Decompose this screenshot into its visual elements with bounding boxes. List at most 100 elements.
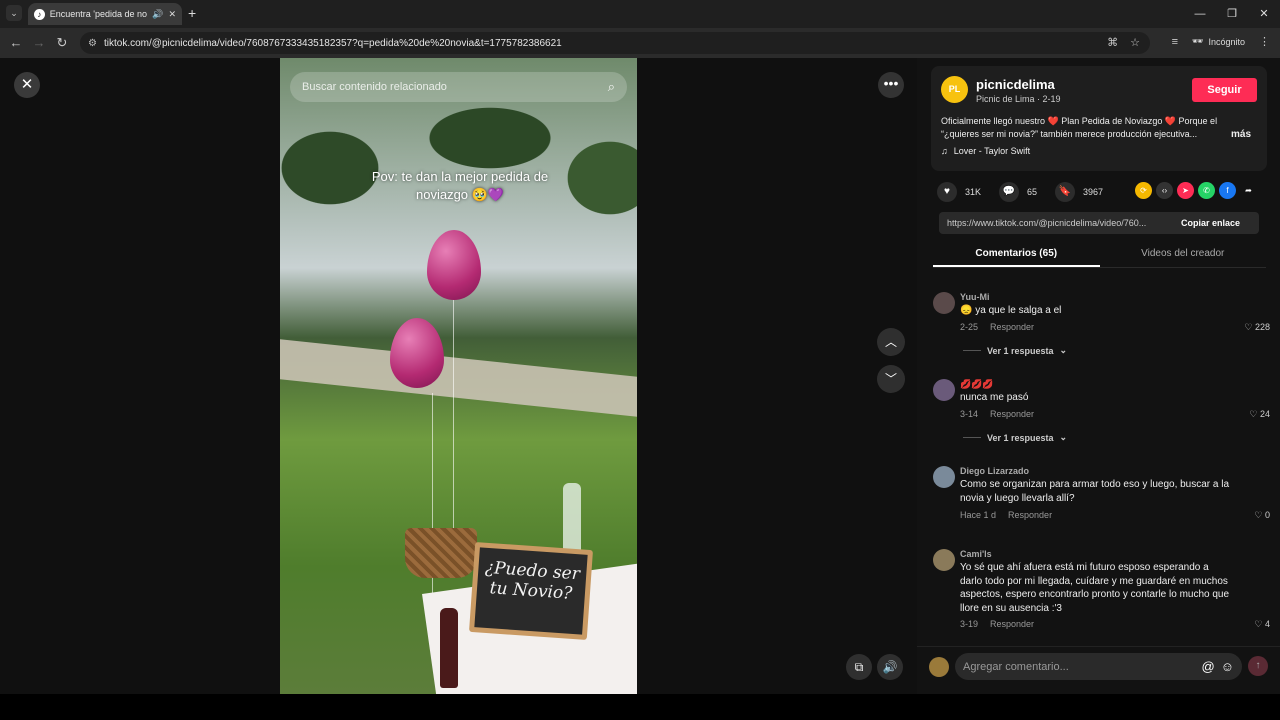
url-text[interactable]: tiktok.com/@picnicdelima/video/760876733… — [104, 38, 562, 49]
reply-link[interactable]: Responder — [1008, 510, 1052, 520]
video-search-bar[interactable]: Buscar contenido relacionado ⌕ — [290, 72, 627, 102]
engagement-stats: ♥ 31K 💬 65 🔖 3967 — [937, 182, 1113, 202]
heart-outline-icon[interactable]: ♡ — [1244, 322, 1252, 332]
reply-link[interactable]: Responder — [990, 322, 1034, 332]
forward-icon[interactable]: → — [31, 35, 47, 51]
comment-meta: 2-25 Responder — [960, 322, 1034, 332]
video-search-placeholder[interactable]: Buscar contenido relacionado — [302, 81, 447, 93]
glass-bottle — [563, 483, 581, 553]
reload-icon[interactable]: ↻ — [54, 35, 70, 51]
music-note-icon: ♫ — [941, 146, 948, 156]
comment-input-placeholder[interactable]: Agregar comentario... — [963, 661, 1069, 673]
video-path — [280, 339, 637, 417]
bookmark-icon[interactable]: 🔖 — [1055, 182, 1076, 202]
embed-code-icon[interactable]: ‹› — [1156, 182, 1173, 199]
author-subline: Picnic de Lima · 2-19 — [976, 94, 1061, 104]
copy-link-button[interactable]: Copiar enlace — [1175, 218, 1240, 228]
close-window-icon[interactable]: ✕ — [1248, 0, 1280, 28]
video-overlay-caption: Pov: te dan la mejor pedida de noviazgo … — [371, 169, 549, 202]
reply-link[interactable]: Responder — [990, 409, 1034, 419]
floating-player-icon[interactable]: ⧉ — [846, 654, 872, 680]
author-avatar[interactable]: PL — [941, 76, 968, 103]
tab-creator-videos[interactable]: Videos del creador — [1100, 244, 1267, 267]
minimize-icon[interactable]: — — [1184, 0, 1216, 28]
video-caption: Oficialmente llegó nuestro ❤️ Plan Pedid… — [941, 116, 1218, 139]
reply-link[interactable]: Responder — [990, 619, 1034, 629]
comment-text: 😞 ya que le salga a el — [960, 305, 1062, 316]
music-title[interactable]: Lover - Taylor Swift — [954, 146, 1030, 156]
like-heart-icon[interactable]: ♥ — [937, 182, 957, 202]
tab-comments[interactable]: Comentarios (65) — [933, 244, 1100, 267]
window-controls: — ❐ ✕ — [1184, 0, 1280, 28]
follow-button[interactable]: Seguir — [1192, 78, 1257, 102]
comment-meta: 3-19 Responder — [960, 619, 1034, 629]
media-control-icon[interactable]: ≡ — [1172, 36, 1178, 48]
close-viewer-icon[interactable]: ✕ — [14, 72, 40, 98]
repost-icon[interactable]: ⟳ — [1135, 182, 1152, 199]
commenter-name[interactable]: Cami'ls — [960, 549, 992, 559]
more-options-icon[interactable]: ••• — [878, 72, 904, 98]
view-replies-button[interactable]: Ver 1 respuesta ⌄ — [963, 432, 1067, 443]
commenter-name[interactable]: Yuu-Mi — [960, 292, 990, 302]
commenter-avatar[interactable] — [933, 549, 955, 571]
emoji-icon[interactable]: ☺ — [1221, 659, 1234, 674]
share-arrow-icon[interactable]: ➦ — [1240, 182, 1257, 199]
bookmark-star-icon[interactable]: ☆ — [1130, 36, 1140, 49]
facebook-icon[interactable]: f — [1219, 182, 1236, 199]
new-tab-icon[interactable]: + — [188, 5, 196, 21]
view-replies-button[interactable]: Ver 1 respuesta ⌄ — [963, 345, 1067, 356]
comment-bubble-icon[interactable]: 💬 — [999, 182, 1020, 202]
mention-icon[interactable]: @ — [1202, 659, 1215, 674]
previous-video-icon[interactable]: ︿ — [877, 328, 905, 356]
comment-date: Hace 1 d — [960, 510, 997, 520]
view-replies-label[interactable]: Ver 1 respuesta — [987, 346, 1054, 356]
author-username[interactable]: picnicdelima — [976, 77, 1055, 92]
share-buttons: ⟳ ‹› ➤ ✆ f ➦ — [1135, 182, 1257, 199]
comment-date: 3-19 — [960, 619, 979, 629]
heart-outline-icon[interactable]: ♡ — [1254, 619, 1262, 629]
tab-search-icon[interactable]: ⌄ — [6, 5, 22, 21]
whatsapp-icon[interactable]: ✆ — [1198, 182, 1215, 199]
browser-tab[interactable]: ♪ Encuentra 'pedida de novia' 🔊 ✕ — [28, 3, 182, 25]
heart-outline-icon[interactable]: ♡ — [1249, 409, 1257, 419]
translate-icon[interactable]: ⌘ — [1107, 36, 1118, 49]
comment-like[interactable]: ♡ 4 — [1254, 619, 1270, 630]
comment-like[interactable]: ♡ 0 — [1254, 510, 1270, 521]
chevron-down-icon: ⌄ — [1059, 432, 1068, 442]
music-link[interactable]: ♫ Lover - Taylor Swift — [941, 146, 1030, 156]
share-link-text[interactable]: https://www.tiktok.com/@picnicdelima/vid… — [939, 218, 1175, 228]
commenter-name[interactable]: 💋💋💋 — [960, 379, 994, 390]
comment-like-count: 4 — [1264, 619, 1270, 629]
send-arrow-icon[interactable]: ↑ — [1248, 656, 1268, 676]
comment-input[interactable]: Agregar comentario... @ ☺ — [955, 653, 1242, 680]
comment-composer: Agregar comentario... @ ☺ ↑ — [917, 646, 1280, 686]
back-icon[interactable]: ← — [8, 35, 24, 51]
restore-icon[interactable]: ❐ — [1216, 0, 1248, 28]
current-user-avatar — [929, 657, 949, 677]
search-icon[interactable]: ⌕ — [608, 79, 615, 95]
commenter-name[interactable]: Diego Lizarzado — [960, 466, 1029, 476]
commenter-avatar[interactable] — [933, 292, 955, 314]
more-caption-link[interactable]: más — [1231, 129, 1251, 140]
comment-like[interactable]: ♡ 24 — [1249, 409, 1270, 420]
volume-icon[interactable]: 🔊 — [877, 654, 903, 680]
commenter-avatar[interactable] — [933, 379, 955, 401]
send-to-friends-icon[interactable]: ➤ — [1177, 182, 1194, 199]
comment-date: 3-14 — [960, 409, 979, 419]
speaker-icon[interactable]: 🔊 — [152, 9, 163, 20]
address-bar[interactable]: ⚙ tiktok.com/@picnicdelima/video/7608767… — [80, 32, 1150, 54]
taskbar-area — [0, 694, 1280, 720]
balloon-string — [453, 296, 454, 556]
browser-menu-icon[interactable]: ⋮ — [1259, 35, 1270, 48]
video-player[interactable]: ¿Puedo ser tu Novio? Buscar contenido re… — [280, 58, 637, 694]
incognito-indicator[interactable]: 🕶 Incógnito — [1192, 36, 1245, 47]
incognito-icon: 🕶 — [1192, 36, 1204, 46]
next-video-icon[interactable]: ﹀ — [877, 365, 905, 393]
site-info-icon[interactable]: ⚙ — [88, 38, 104, 49]
view-replies-label[interactable]: Ver 1 respuesta — [987, 433, 1054, 443]
comment-like-count: 0 — [1264, 510, 1270, 520]
close-tab-icon[interactable]: ✕ — [168, 9, 176, 20]
commenter-avatar[interactable] — [933, 466, 955, 488]
comment-like[interactable]: ♡ 228 — [1244, 322, 1270, 333]
heart-outline-icon[interactable]: ♡ — [1254, 510, 1262, 520]
